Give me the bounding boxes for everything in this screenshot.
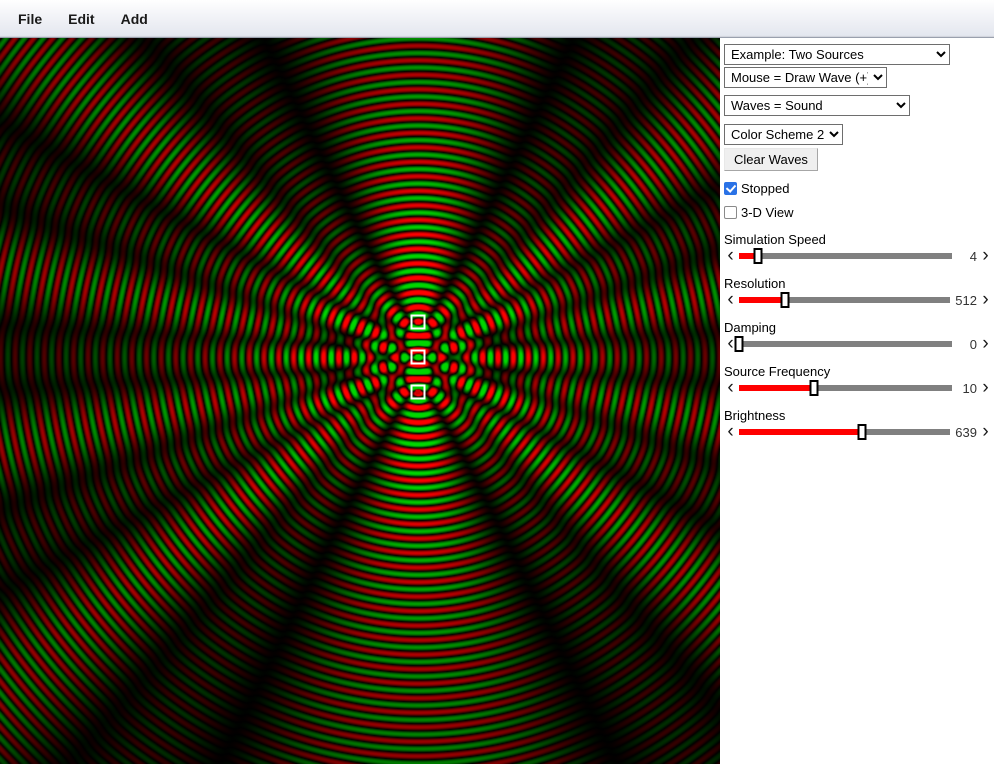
slider-increase-source-frequency[interactable]: › bbox=[979, 378, 992, 397]
slider-decrease-resolution[interactable]: ‹ bbox=[724, 290, 737, 309]
slider-decrease-brightness[interactable]: ‹ bbox=[724, 422, 737, 441]
wave-simulation-canvas[interactable] bbox=[0, 38, 720, 764]
slider-value-resolution: 512 bbox=[955, 292, 977, 308]
slider-brightness: Brightness ‹ 639 › bbox=[724, 409, 994, 441]
slider-decrease-simulation-speed[interactable]: ‹ bbox=[724, 246, 737, 265]
menu-item-file[interactable]: File bbox=[6, 7, 54, 31]
slider-label-source-frequency: Source Frequency bbox=[724, 364, 831, 379]
stopped-checkbox-row[interactable]: Stopped bbox=[724, 179, 994, 197]
slider-increase-brightness[interactable]: › bbox=[979, 422, 992, 441]
wave-source-center-1 bbox=[415, 319, 421, 325]
slider-value-source-frequency: 10 bbox=[962, 380, 977, 396]
wave-source-center-3 bbox=[415, 389, 421, 395]
slider-thumb-simulation-speed[interactable] bbox=[753, 248, 763, 264]
stopped-checkbox[interactable] bbox=[724, 181, 737, 195]
slider-damping: Damping ‹ 0 › bbox=[724, 321, 994, 353]
menu-bar: File Edit Add bbox=[0, 0, 994, 38]
slider-label-damping: Damping bbox=[724, 320, 777, 335]
slider-track-damping[interactable] bbox=[734, 336, 952, 352]
example-select[interactable]: Example: Two Sources bbox=[724, 44, 950, 65]
3d-view-label: 3-D View bbox=[741, 204, 794, 220]
wave-type-select[interactable]: Waves = Sound bbox=[724, 95, 910, 116]
slider-thumb-damping[interactable] bbox=[734, 336, 744, 352]
slider-label-resolution: Resolution bbox=[724, 276, 786, 291]
slider-fill-source-frequency bbox=[739, 385, 814, 391]
slider-fill-resolution bbox=[739, 297, 786, 303]
menu-item-edit[interactable]: Edit bbox=[56, 7, 106, 31]
slider-label-simulation-speed: Simulation Speed bbox=[724, 232, 826, 247]
wave-source-marker-3[interactable] bbox=[410, 384, 426, 400]
wave-source-marker-2[interactable] bbox=[410, 349, 426, 365]
slider-track-simulation-speed[interactable] bbox=[739, 248, 952, 264]
slider-thumb-source-frequency[interactable] bbox=[809, 380, 819, 396]
color-scheme-select[interactable]: Color Scheme 2 bbox=[724, 124, 843, 145]
slider-value-damping: 0 bbox=[969, 336, 977, 352]
slider-thumb-resolution[interactable] bbox=[780, 292, 790, 308]
control-panel: Example: Two Sources Mouse = Draw Wave (… bbox=[720, 38, 994, 776]
3d-view-checkbox[interactable] bbox=[724, 205, 737, 219]
slider-fill-brightness bbox=[739, 429, 862, 435]
menu-item-add[interactable]: Add bbox=[109, 7, 160, 31]
slider-track-source-frequency[interactable] bbox=[739, 380, 952, 396]
slider-value-simulation-speed: 4 bbox=[969, 248, 977, 264]
slider-increase-simulation-speed[interactable]: › bbox=[979, 246, 992, 265]
mouse-mode-select[interactable]: Mouse = Draw Wave (+) bbox=[724, 67, 887, 88]
slider-track-brightness[interactable] bbox=[739, 424, 951, 440]
slider-group: Simulation Speed ‹ 4 › Resolution ‹ 512 › Dampin… bbox=[724, 233, 994, 441]
clear-waves-button[interactable]: Clear Waves bbox=[724, 148, 818, 171]
stopped-label: Stopped bbox=[741, 180, 790, 196]
slider-value-brightness: 639 bbox=[955, 424, 977, 440]
slider-resolution: Resolution ‹ 512 › bbox=[724, 277, 994, 309]
slider-source-frequency: Source Frequency ‹ 10 › bbox=[724, 365, 994, 397]
slider-track-resolution[interactable] bbox=[739, 292, 951, 308]
slider-increase-resolution[interactable]: › bbox=[979, 290, 992, 309]
slider-label-brightness: Brightness bbox=[724, 408, 786, 423]
3d-view-checkbox-row[interactable]: 3-D View bbox=[724, 203, 994, 221]
ripple-simulation-area[interactable] bbox=[0, 38, 720, 764]
wave-source-marker-1[interactable] bbox=[410, 314, 426, 330]
slider-decrease-source-frequency[interactable]: ‹ bbox=[724, 378, 737, 397]
wave-source-center-2 bbox=[415, 354, 421, 360]
slider-increase-damping[interactable]: › bbox=[979, 334, 992, 353]
slider-thumb-brightness[interactable] bbox=[857, 424, 867, 440]
slider-simulation-speed: Simulation Speed ‹ 4 › bbox=[724, 233, 994, 265]
